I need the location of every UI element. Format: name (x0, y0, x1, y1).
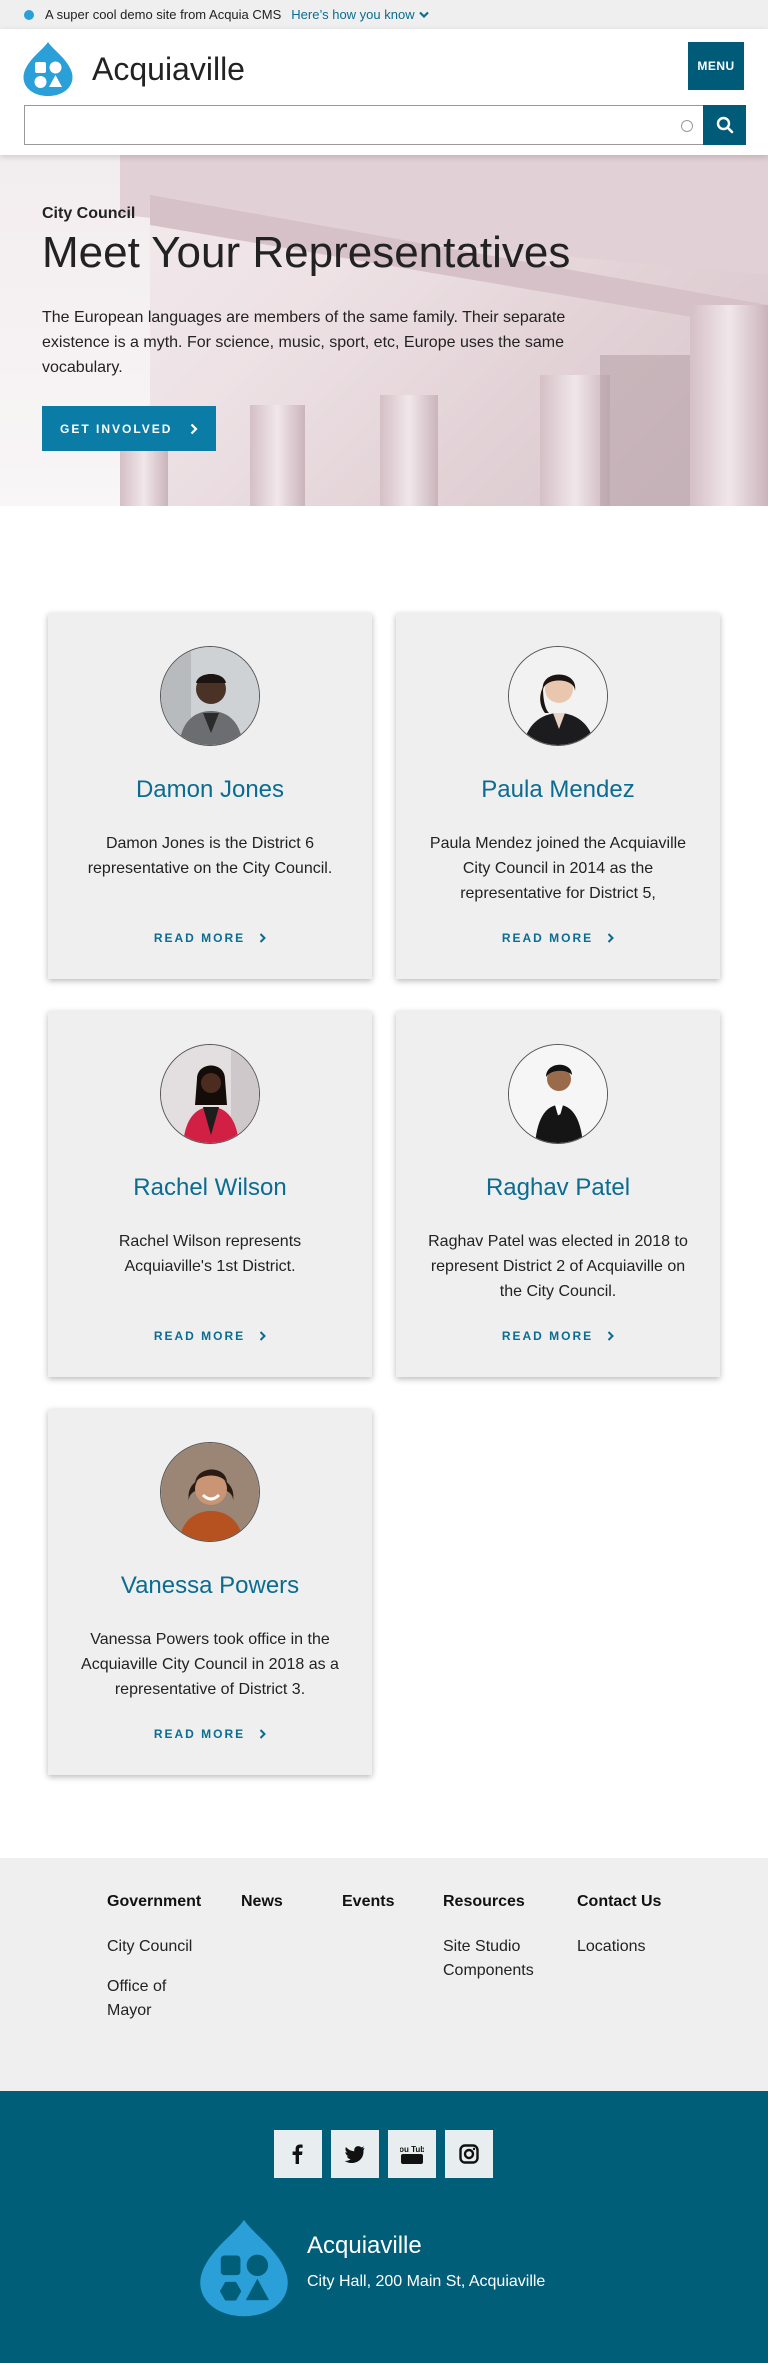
avatar (160, 646, 260, 746)
representative-name: Paula Mendez (481, 776, 635, 803)
how-you-know-link[interactable]: Here’s how you know (291, 7, 429, 22)
chevron-down-icon (418, 11, 429, 18)
acquiaville-logo-icon (200, 2219, 288, 2317)
chevron-right-icon (259, 1331, 267, 1341)
representative-name: Vanessa Powers (120, 1572, 300, 1599)
representative-name: Rachel Wilson (133, 1174, 287, 1201)
notice-bar: A super cool demo site from Acquia CMS H… (0, 0, 768, 29)
read-more-link[interactable]: READ MORE (396, 1329, 720, 1343)
loading-spinner-icon (681, 120, 693, 132)
site-footer: You Tube Acquiaville City Hall, 200 Main… (0, 2091, 768, 2363)
read-more-link[interactable]: READ MORE (48, 1329, 372, 1343)
search-input[interactable] (24, 105, 703, 145)
representative-card: Paula Mendez Paula Mendez joined the Acq… (396, 613, 720, 979)
how-you-know-label: Here’s how you know (291, 7, 415, 22)
chevron-right-icon (191, 423, 199, 435)
representative-card: Raghav Patel Raghav Patel was elected in… (396, 1011, 720, 1377)
read-more-link[interactable]: READ MORE (48, 1727, 372, 1741)
representative-bio: Damon Jones is the District 6 representa… (87, 835, 333, 877)
footer-heading-link[interactable]: News (241, 1893, 283, 1910)
representative-bio: Paula Mendez joined the Acquiaville City… (429, 835, 687, 902)
footer-column-contact: Contact Us Locations (577, 1893, 661, 1975)
chevron-right-icon (607, 933, 615, 943)
social-links: You Tube (274, 2130, 493, 2178)
representative-card: Damon Jones Damon Jones is the District … (48, 613, 372, 979)
footer-menu: Government City Council Office of Mayor … (0, 1858, 768, 2091)
search-button[interactable] (703, 105, 746, 145)
read-more-link[interactable]: READ MORE (48, 931, 372, 945)
chevron-right-icon (607, 1331, 615, 1341)
footer-column-government: Government City Council Office of Mayor (107, 1893, 201, 2039)
footer-link-office-of-mayor[interactable]: Office of Mayor (107, 1978, 166, 2019)
get-involved-label: GET INVOLVED (60, 421, 173, 436)
info-dot-icon (24, 9, 34, 20)
footer-heading-link[interactable]: Events (342, 1893, 394, 1910)
youtube-icon: You Tube (400, 2145, 424, 2164)
chevron-right-icon (259, 933, 267, 943)
read-more-label: READ MORE (501, 1329, 594, 1343)
footer-address: City Hall, 200 Main St, Acquiaville (307, 2273, 546, 2290)
avatar (160, 1044, 260, 1144)
footer-contact: Acquiaville City Hall, 200 Main St, Acqu… (307, 2232, 545, 2291)
representative-bio: Raghav Patel was elected in 2018 to repr… (428, 1233, 688, 1300)
facebook-link[interactable] (274, 2130, 322, 2178)
instagram-icon (459, 2144, 479, 2164)
footer-column-events: Events (342, 1893, 394, 1911)
representative-bio: Vanessa Powers took office in the Acquia… (81, 1631, 339, 1698)
read-more-label: READ MORE (153, 931, 246, 945)
page-title: Meet Your Representatives (42, 228, 571, 277)
footer-logo-link[interactable] (194, 2218, 294, 2323)
notice-message: A super cool demo site from Acquia CMS (45, 7, 282, 22)
hero-banner: City Council Meet Your Representatives T… (0, 155, 768, 506)
footer-heading: Government (107, 1893, 202, 1910)
facebook-icon (292, 2144, 303, 2164)
footer-column-news: News (241, 1893, 283, 1911)
menu-button[interactable]: MENU (688, 42, 744, 90)
footer-link-site-studio-components[interactable]: Site Studio Components (443, 1938, 534, 1979)
hero-description: The European languages are members of th… (42, 309, 566, 377)
representative-card: Vanessa Powers Vanessa Powers took offic… (48, 1409, 372, 1775)
representative-name: Damon Jones (135, 776, 285, 803)
representative-card: Rachel Wilson Rachel Wilson represents A… (48, 1011, 372, 1377)
site-logo-link[interactable]: Acquiaville (22, 41, 245, 97)
footer-heading: Resources (443, 1893, 525, 1910)
footer-link-city-council[interactable]: City Council (107, 1938, 192, 1955)
read-more-link[interactable]: READ MORE (396, 931, 720, 945)
instagram-link[interactable] (445, 2130, 493, 2178)
read-more-label: READ MORE (501, 931, 594, 945)
site-header: Acquiaville MENU (0, 29, 768, 155)
representative-bio: Rachel Wilson represents Acquiaville's 1… (118, 1233, 302, 1275)
representative-name: Raghav Patel (485, 1174, 631, 1201)
footer-link-locations[interactable]: Locations (577, 1938, 646, 1955)
read-more-label: READ MORE (153, 1329, 246, 1343)
search-icon (716, 116, 733, 134)
site-name: Acquiaville (92, 50, 245, 87)
get-involved-button[interactable]: GET INVOLVED (42, 406, 217, 452)
avatar (508, 1044, 608, 1144)
avatar (508, 646, 608, 746)
footer-heading: Contact Us (577, 1893, 662, 1910)
search-bar (24, 105, 746, 145)
footer-site-name: Acquiaville (307, 2232, 422, 2259)
footer-column-resources: Resources Site Studio Components (443, 1893, 553, 1999)
twitter-icon (345, 2145, 365, 2163)
twitter-link[interactable] (331, 2130, 379, 2178)
youtube-link[interactable]: You Tube (388, 2130, 436, 2178)
read-more-label: READ MORE (153, 1727, 246, 1741)
avatar (160, 1442, 260, 1542)
hero-content: City Council Meet Your Representatives T… (42, 205, 602, 452)
youtube-icon-text: You Tube (400, 2145, 424, 2154)
hero-eyebrow: City Council (42, 205, 136, 222)
acquiaville-logo-icon (23, 42, 73, 96)
chevron-right-icon (259, 1729, 267, 1739)
